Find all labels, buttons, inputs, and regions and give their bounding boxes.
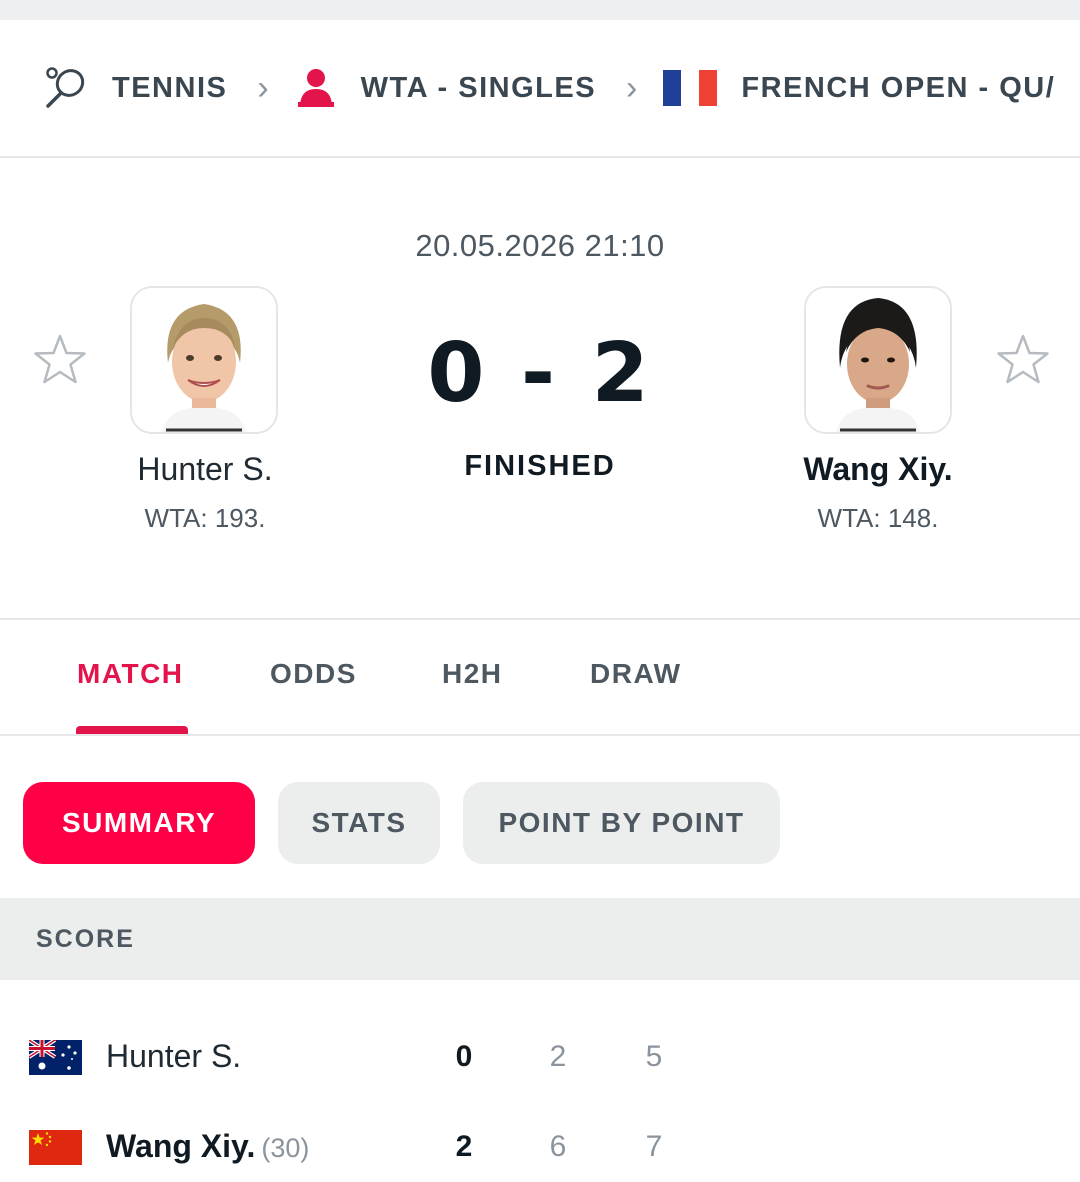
score-row-player-name: Wang Xiy. (30) <box>106 1128 309 1165</box>
match-tabs: MATCH ODDS H2H DRAW <box>0 620 1080 736</box>
set-1-games: 6 <box>549 1130 567 1163</box>
score-row-away[interactable]: Wang Xiy. (30) 2 6 7 <box>0 1118 1080 1178</box>
breadcrumb-category-label: WTA - SINGLES <box>360 71 597 104</box>
breadcrumb-category[interactable]: WTA - SINGLES <box>295 67 596 109</box>
score-row-home[interactable]: Hunter S. 0 2 5 <box>0 1028 1080 1088</box>
score-row-player-name: Hunter S. <box>106 1038 241 1075</box>
set-1-games: 2 <box>549 1040 567 1073</box>
chevron-right-icon: › <box>626 68 638 107</box>
top-strip <box>0 0 1080 20</box>
france-flag-icon <box>663 70 718 106</box>
subtab-stats[interactable]: STATS <box>278 782 440 864</box>
away-player-avatar[interactable] <box>804 286 952 434</box>
away-player-name[interactable]: Wang Xiy. <box>728 451 1028 488</box>
tab-odds[interactable]: ODDS <box>270 658 357 690</box>
player-name-text: Hunter S. <box>106 1038 242 1074</box>
sets-won: 2 <box>455 1130 473 1163</box>
player-name-text: Wang Xiy. <box>106 1128 256 1164</box>
tennis-racket-icon <box>44 66 88 110</box>
chevron-right-icon: › <box>257 68 269 107</box>
player-seed: (30) <box>261 1133 310 1163</box>
home-sets-score: 0 <box>427 326 489 421</box>
set-2-games: 5 <box>645 1040 663 1073</box>
female-player-icon <box>295 67 337 109</box>
breadcrumb-tournament-label: FRENCH OPEN - QU/ <box>741 71 1056 104</box>
china-flag-icon <box>29 1130 82 1165</box>
breadcrumb-sport-label: TENNIS <box>112 71 228 104</box>
subtab-summary[interactable]: SUMMARY <box>23 782 255 864</box>
tab-draw[interactable]: DRAW <box>590 658 682 690</box>
score-separator: - <box>520 326 560 421</box>
away-sets-score: 2 <box>591 326 653 421</box>
set-2-games: 7 <box>645 1130 663 1163</box>
score-table: Hunter S. 0 2 5 Wang Xiy. (30) 2 6 7 <box>0 980 1080 1182</box>
australia-flag-icon <box>27 1038 82 1075</box>
subtab-point-by-point[interactable]: POINT BY POINT <box>463 782 780 864</box>
tab-h2h[interactable]: H2H <box>442 658 503 690</box>
breadcrumb-tournament[interactable]: FRENCH OPEN - QU/ <box>663 70 1055 106</box>
away-player-rank: WTA: 148. <box>817 503 939 533</box>
active-tab-indicator <box>76 726 188 734</box>
favorite-star-icon[interactable] <box>996 333 1050 392</box>
tab-match[interactable]: MATCH <box>77 658 184 690</box>
summary-subtabs: SUMMARY STATS POINT BY POINT <box>0 736 1080 898</box>
match-datetime: 20.05.2026 21:10 <box>415 228 665 263</box>
match-header: 20.05.2026 21:10 Hunter S. WTA: 193. 0 -… <box>0 158 1080 620</box>
home-player-rank: WTA: 193. <box>144 503 266 533</box>
breadcrumb-sport[interactable]: TENNIS <box>44 66 227 110</box>
breadcrumb: TENNIS › WTA - SINGLES › FRENCH OPEN - Q… <box>0 20 1080 158</box>
score-section-header: SCORE <box>0 898 1080 980</box>
sets-won: 0 <box>455 1040 473 1073</box>
